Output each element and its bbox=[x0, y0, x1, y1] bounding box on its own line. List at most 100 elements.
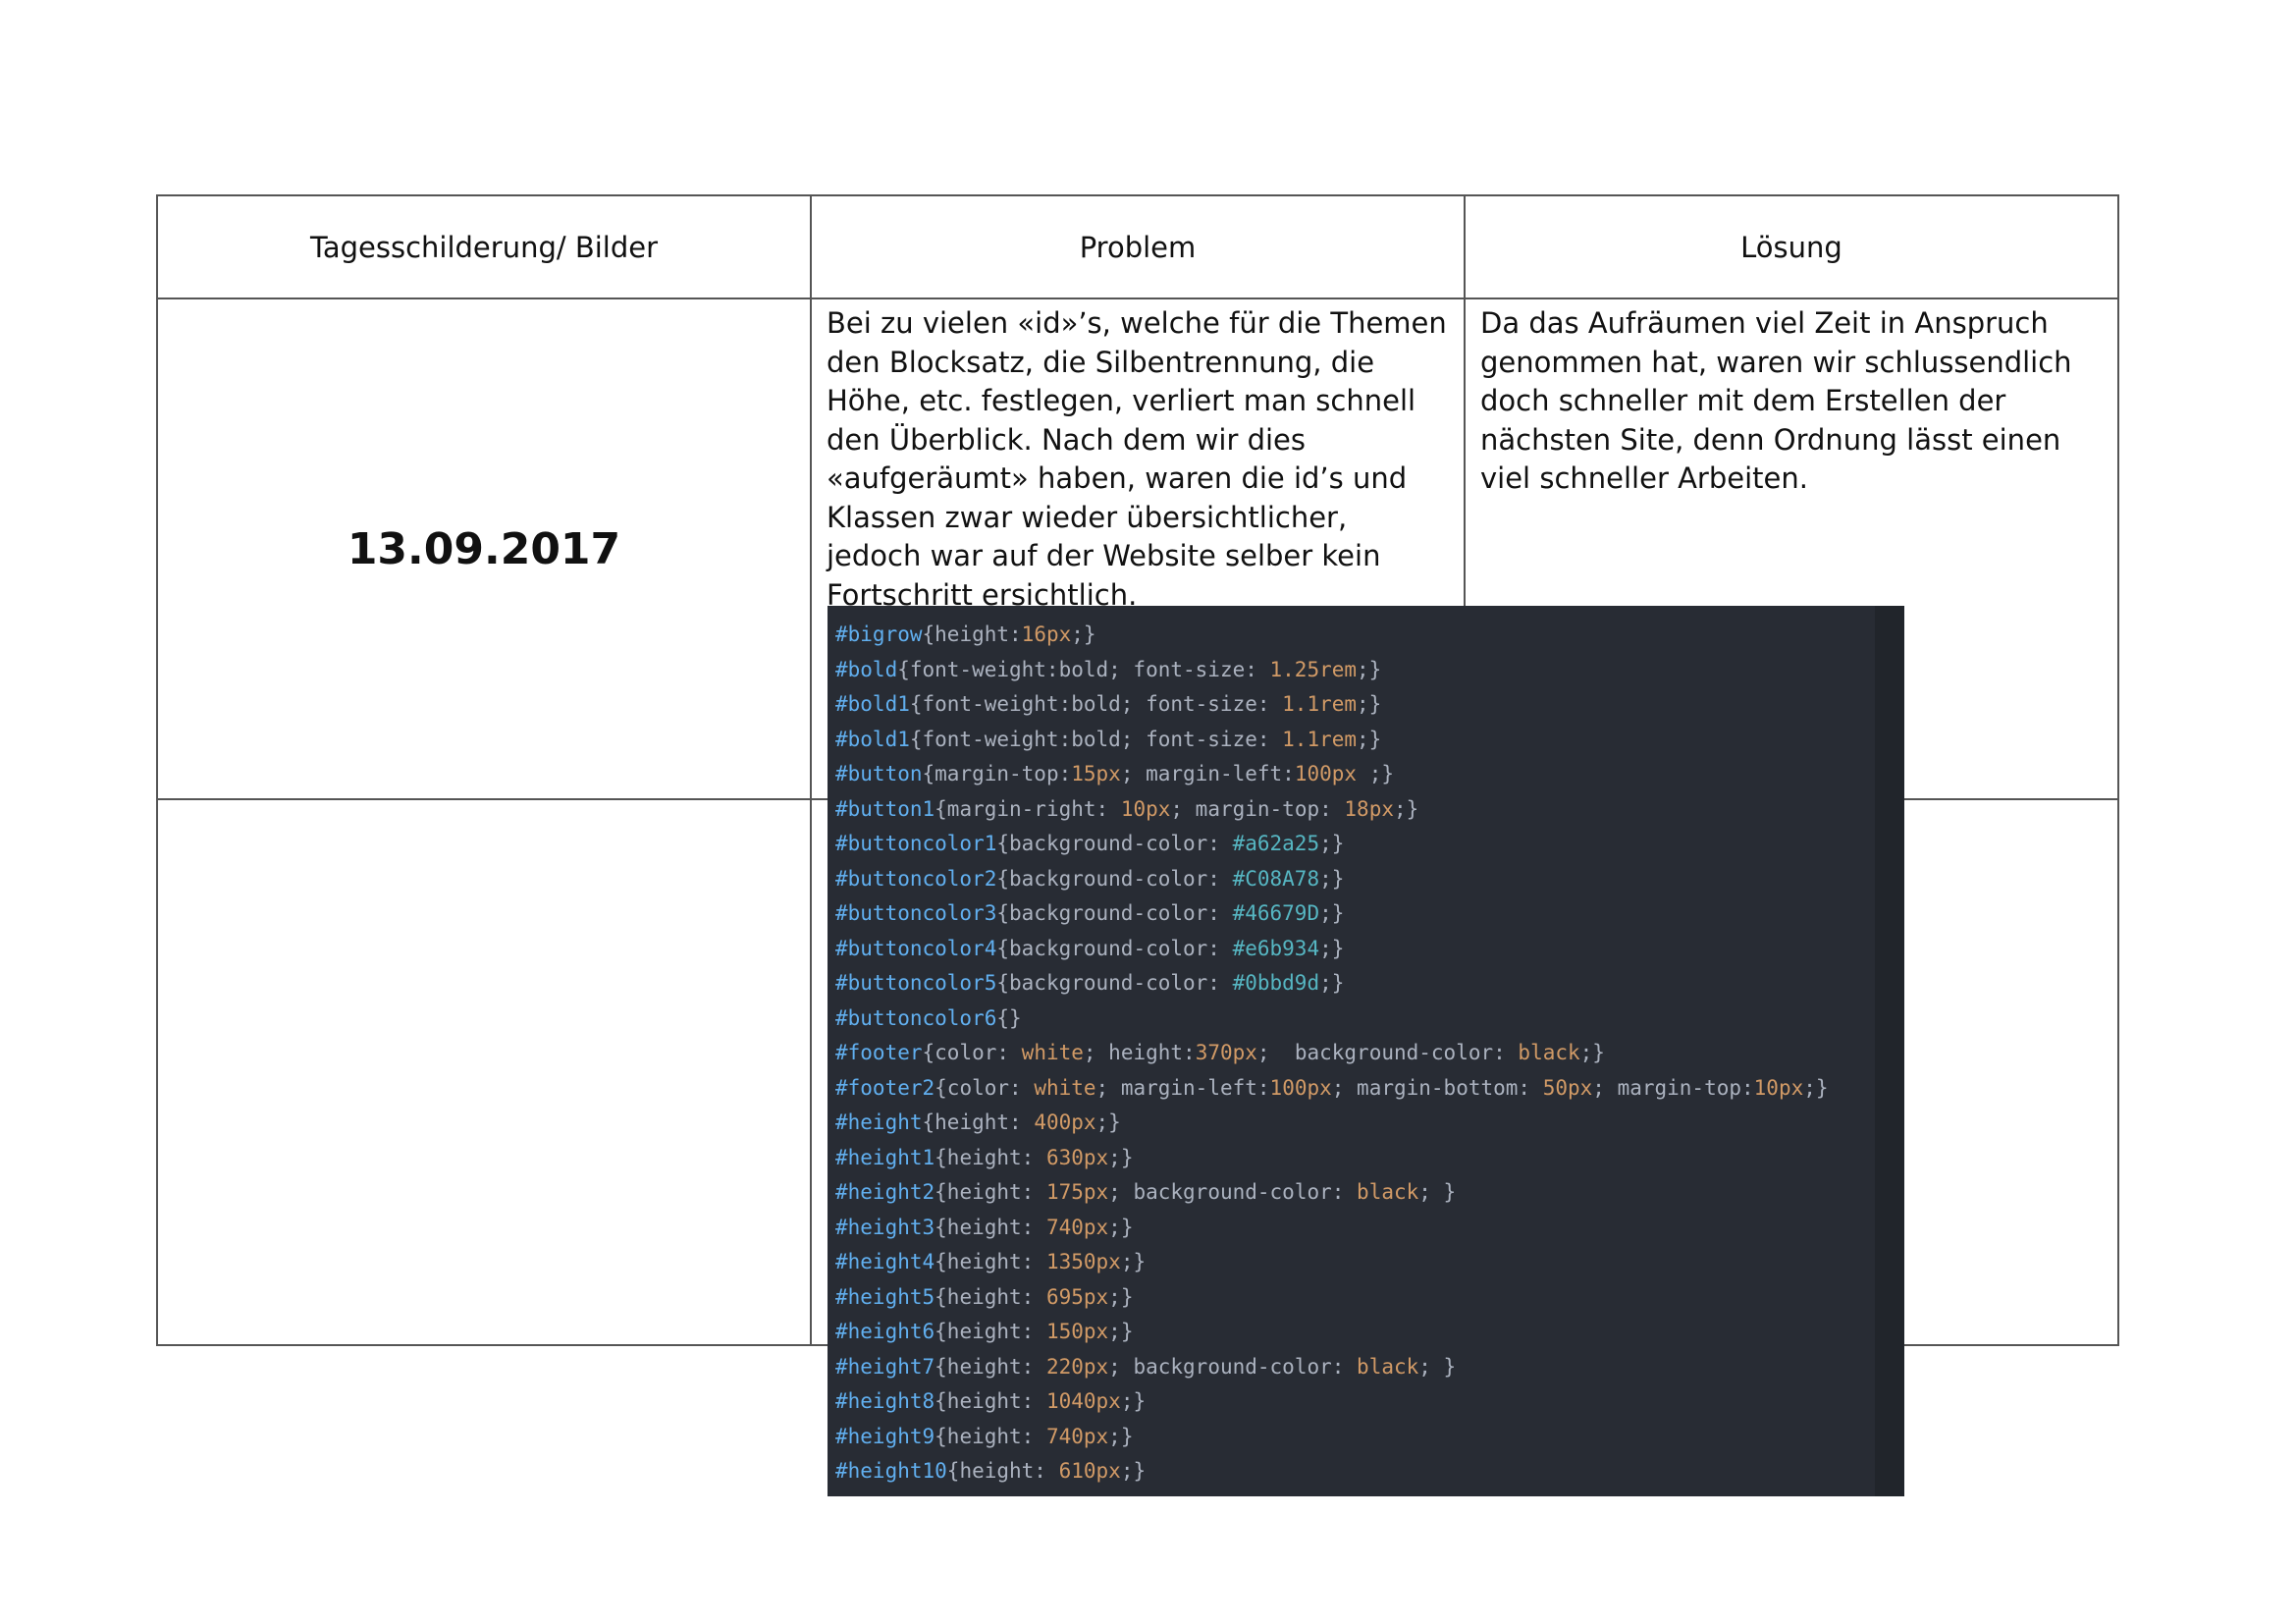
code-token: ; margin-top: bbox=[1592, 1075, 1754, 1100]
code-line: #height1{height: 630px;} bbox=[835, 1141, 1829, 1176]
code-lines: #bigrow{height:16px;} #bold{font-weight:b… bbox=[835, 618, 1829, 1489]
code-token: ; height: bbox=[1083, 1041, 1196, 1064]
code-token: 630px bbox=[1045, 1145, 1109, 1169]
code-token: {font-weight:bold; font-size: bbox=[909, 692, 1283, 716]
code-token: #bold1 bbox=[835, 727, 910, 751]
code-token: #footer bbox=[835, 1041, 923, 1064]
code-token: #height9 bbox=[835, 1424, 935, 1448]
code-token: 695px bbox=[1045, 1284, 1109, 1309]
code-token: #height5 bbox=[835, 1284, 935, 1309]
code-token: 150px bbox=[1045, 1320, 1109, 1343]
problem-text: Bei zu vielen «id»’s, welche für die The… bbox=[827, 306, 1447, 612]
code-token: 1.25rem bbox=[1269, 657, 1358, 681]
code-token: {height: bbox=[934, 1215, 1046, 1239]
code-token: ; background-color: bbox=[1256, 1041, 1519, 1064]
code-token: ;} bbox=[1071, 623, 1096, 646]
code-token: white bbox=[1021, 1041, 1084, 1064]
code-token: {font-weight:bold; font-size: bbox=[909, 727, 1283, 751]
code-token: #button bbox=[835, 762, 923, 785]
header-day: Tagesschilderung/ Bilder bbox=[156, 194, 812, 299]
code-token: ;} bbox=[1108, 1284, 1134, 1309]
code-line: #height6{height: 150px;} bbox=[835, 1315, 1829, 1350]
header-problem: Problem bbox=[810, 194, 1466, 299]
code-token: ;} bbox=[1108, 1320, 1134, 1343]
code-token: ; background-color: bbox=[1108, 1354, 1358, 1379]
code-token: 10px bbox=[1120, 796, 1171, 821]
code-token: white bbox=[1034, 1075, 1096, 1100]
code-line: #buttoncolor6{} bbox=[835, 1001, 1829, 1037]
code-line: #button1{margin-right: 10px; margin-top:… bbox=[835, 792, 1829, 828]
code-token: ;} bbox=[1319, 832, 1345, 855]
code-line: #height10{height: 610px;} bbox=[835, 1454, 1829, 1489]
code-screenshot: #bigrow{height:16px;} #bold{font-weight:b… bbox=[828, 606, 1904, 1496]
code-token: #height6 bbox=[835, 1320, 935, 1343]
code-line: #height2{height: 175px; background-color… bbox=[835, 1175, 1829, 1211]
code-token: {height: bbox=[934, 1284, 1046, 1309]
code-token: 740px bbox=[1045, 1215, 1109, 1239]
code-token: ; background-color: bbox=[1108, 1180, 1358, 1204]
code-token: 220px bbox=[1045, 1354, 1109, 1379]
code-token: ;} bbox=[1357, 692, 1382, 716]
code-token: {color: bbox=[934, 1075, 1035, 1100]
code-token: ;} bbox=[1319, 936, 1345, 960]
code-token: ;} bbox=[1357, 657, 1382, 681]
code-token: {height: bbox=[922, 1110, 1035, 1134]
code-token: {height: bbox=[934, 1145, 1046, 1169]
code-token: 100px bbox=[1269, 1075, 1332, 1100]
code-token: 18px bbox=[1344, 796, 1394, 821]
code-token: ; margin-top: bbox=[1170, 796, 1345, 821]
code-token: 1350px bbox=[1045, 1250, 1121, 1273]
code-token: {height: bbox=[934, 1424, 1046, 1448]
code-token: 15px bbox=[1071, 762, 1121, 785]
code-token: #height1 bbox=[835, 1145, 935, 1169]
code-token: 16px bbox=[1021, 623, 1072, 646]
code-token: ;} bbox=[1357, 762, 1394, 785]
code-token: #0bbd9d bbox=[1232, 971, 1320, 995]
code-token: {height: bbox=[946, 1459, 1059, 1483]
code-token: {margin-top: bbox=[922, 762, 1072, 785]
code-token: {} bbox=[996, 1005, 1022, 1030]
code-token: 1.1rem bbox=[1282, 692, 1358, 716]
code-token: #buttoncolor4 bbox=[835, 936, 997, 960]
code-token: #buttoncolor6 bbox=[835, 1005, 997, 1030]
code-line: #height9{height: 740px;} bbox=[835, 1420, 1829, 1455]
code-token: {background-color: bbox=[996, 901, 1233, 925]
code-token: #bigrow bbox=[835, 623, 923, 646]
code-token: ; margin-left: bbox=[1120, 762, 1295, 785]
code-token: 370px bbox=[1195, 1041, 1257, 1064]
code-token: ;} bbox=[1120, 1250, 1147, 1273]
code-line: #bold1{font-weight:bold; font-size: 1.1r… bbox=[835, 723, 1829, 758]
code-token: 740px bbox=[1045, 1424, 1109, 1448]
solution-text: Da das Aufräumen viel Zeit in Anspruch g… bbox=[1480, 306, 2072, 495]
code-token: {background-color: bbox=[996, 832, 1233, 855]
code-token: 1040px bbox=[1045, 1389, 1121, 1413]
code-line: #buttoncolor2{background-color: #C08A78;… bbox=[835, 862, 1829, 897]
code-token: #a62a25 bbox=[1232, 832, 1320, 855]
code-token: ; margin-bottom: bbox=[1331, 1075, 1543, 1100]
code-token: ;} bbox=[1579, 1041, 1605, 1064]
code-line: #bold1{font-weight:bold; font-size: 1.1r… bbox=[835, 687, 1829, 723]
code-token: #height7 bbox=[835, 1354, 935, 1379]
code-token: ;} bbox=[1319, 971, 1345, 995]
code-token: 50px bbox=[1542, 1075, 1593, 1100]
date-cell: 13.09.2017 bbox=[156, 298, 812, 800]
code-token: #button1 bbox=[835, 796, 935, 821]
code-token: ;} bbox=[1319, 901, 1345, 925]
code-token: #footer2 bbox=[835, 1075, 935, 1100]
code-token: {font-weight:bold; font-size: bbox=[897, 657, 1270, 681]
code-token: ;} bbox=[1095, 1110, 1121, 1134]
code-token: {background-color: bbox=[996, 936, 1233, 960]
code-token: ;} bbox=[1108, 1424, 1134, 1448]
code-token: 175px bbox=[1045, 1180, 1109, 1204]
code-token: {height: bbox=[934, 1389, 1046, 1413]
code-token: ;} bbox=[1120, 1459, 1147, 1483]
scrollbar-gutter bbox=[1875, 606, 1904, 1496]
code-line: #footer2{color: white; margin-left:100px… bbox=[835, 1071, 1829, 1107]
code-token: {height: bbox=[934, 1320, 1046, 1343]
code-token: ;} bbox=[1319, 866, 1345, 891]
code-token: black bbox=[1357, 1180, 1419, 1204]
code-token: #height3 bbox=[835, 1215, 935, 1239]
code-token: 610px bbox=[1058, 1459, 1121, 1483]
header-solution: Lösung bbox=[1464, 194, 2119, 299]
code-token: #height bbox=[835, 1110, 923, 1134]
